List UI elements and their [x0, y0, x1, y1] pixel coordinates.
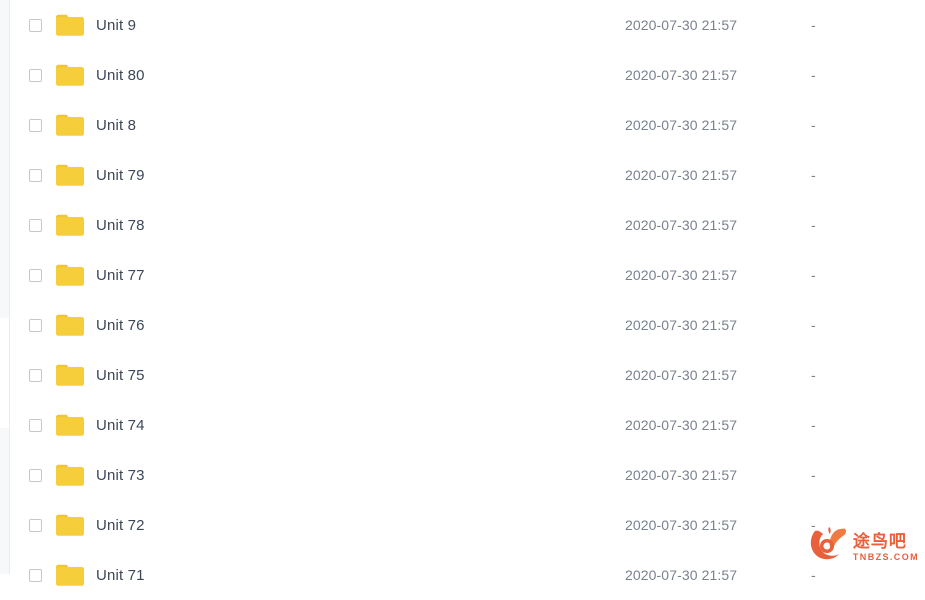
row-select-checkbox[interactable]: [27, 217, 43, 233]
row-select-checkbox[interactable]: [27, 267, 43, 283]
folder-icon: [56, 112, 86, 138]
folder-icon: [56, 562, 86, 588]
table-row[interactable]: Unit 72 2020-07-30 21:57 -: [10, 500, 925, 550]
file-size-label: -: [811, 517, 816, 533]
file-modified-date: 2020-07-30 21:57: [625, 317, 738, 333]
row-select-checkbox[interactable]: [27, 417, 43, 433]
table-row[interactable]: Unit 77 2020-07-30 21:57 -: [10, 250, 925, 300]
folder-icon: [56, 212, 86, 238]
file-size-label: -: [811, 467, 816, 483]
checkbox-box[interactable]: [28, 218, 42, 232]
folder-icon: [56, 462, 86, 488]
checkbox-box[interactable]: [28, 318, 42, 332]
file-size-label: -: [811, 567, 816, 583]
file-name-label[interactable]: Unit 71: [96, 567, 145, 584]
folder-icon: [56, 62, 86, 88]
row-select-checkbox[interactable]: [27, 67, 43, 83]
file-size-label: -: [811, 117, 816, 133]
file-name-label[interactable]: Unit 80: [96, 67, 145, 84]
file-list: Unit 9 2020-07-30 21:57 - Unit 80 2020-07-30…: [10, 0, 925, 586]
file-size-label: -: [811, 267, 816, 283]
file-name-label[interactable]: Unit 77: [96, 267, 145, 284]
file-name-label[interactable]: Unit 72: [96, 517, 145, 534]
table-row[interactable]: Unit 8 2020-07-30 21:57 -: [10, 100, 925, 150]
table-row[interactable]: Unit 74 2020-07-30 21:57 -: [10, 400, 925, 450]
table-row[interactable]: Unit 79 2020-07-30 21:57 -: [10, 150, 925, 200]
table-row[interactable]: Unit 71 2020-07-30 21:57 -: [10, 550, 925, 600]
file-size-label: -: [811, 367, 816, 383]
folder-icon: [56, 12, 86, 38]
file-name-label[interactable]: Unit 78: [96, 217, 145, 234]
row-select-checkbox[interactable]: [27, 17, 43, 33]
file-modified-date: 2020-07-30 21:57: [625, 17, 738, 33]
folder-icon: [56, 162, 86, 188]
file-modified-date: 2020-07-30 21:57: [625, 467, 738, 483]
folder-icon: [56, 312, 86, 338]
file-modified-date: 2020-07-30 21:57: [625, 367, 738, 383]
file-modified-date: 2020-07-30 21:57: [625, 67, 738, 83]
row-select-checkbox[interactable]: [27, 517, 43, 533]
left-gutter-strip: [0, 0, 9, 574]
checkbox-box[interactable]: [28, 568, 42, 582]
file-modified-date: 2020-07-30 21:57: [625, 267, 738, 283]
file-name-label[interactable]: Unit 9: [96, 17, 136, 34]
checkbox-box[interactable]: [28, 168, 42, 182]
file-size-label: -: [811, 167, 816, 183]
folder-icon: [56, 412, 86, 438]
checkbox-box[interactable]: [28, 418, 42, 432]
folder-icon: [56, 362, 86, 388]
checkbox-box[interactable]: [28, 18, 42, 32]
checkbox-box[interactable]: [28, 118, 42, 132]
file-name-label[interactable]: Unit 79: [96, 167, 145, 184]
file-modified-date: 2020-07-30 21:57: [625, 417, 738, 433]
gutter-scroll-highlight: [0, 318, 9, 428]
folder-icon: [56, 262, 86, 288]
file-name-label[interactable]: Unit 8: [96, 117, 136, 134]
row-select-checkbox[interactable]: [27, 367, 43, 383]
row-select-checkbox[interactable]: [27, 317, 43, 333]
row-select-checkbox[interactable]: [27, 467, 43, 483]
row-select-checkbox[interactable]: [27, 167, 43, 183]
checkbox-box[interactable]: [28, 68, 42, 82]
table-row[interactable]: Unit 9 2020-07-30 21:57 -: [10, 0, 925, 50]
file-modified-date: 2020-07-30 21:57: [625, 517, 738, 533]
table-row[interactable]: Unit 80 2020-07-30 21:57 -: [10, 50, 925, 100]
file-modified-date: 2020-07-30 21:57: [625, 167, 738, 183]
table-row[interactable]: Unit 76 2020-07-30 21:57 -: [10, 300, 925, 350]
checkbox-box[interactable]: [28, 268, 42, 282]
table-row[interactable]: Unit 78 2020-07-30 21:57 -: [10, 200, 925, 250]
file-modified-date: 2020-07-30 21:57: [625, 567, 738, 583]
file-size-label: -: [811, 67, 816, 83]
file-modified-date: 2020-07-30 21:57: [625, 117, 738, 133]
file-name-label[interactable]: Unit 74: [96, 417, 145, 434]
file-name-label[interactable]: Unit 76: [96, 317, 145, 334]
file-name-label[interactable]: Unit 75: [96, 367, 145, 384]
file-size-label: -: [811, 417, 816, 433]
row-select-checkbox[interactable]: [27, 567, 43, 583]
file-size-label: -: [811, 317, 816, 333]
checkbox-box[interactable]: [28, 468, 42, 482]
row-select-checkbox[interactable]: [27, 117, 43, 133]
folder-icon: [56, 512, 86, 538]
checkbox-box[interactable]: [28, 518, 42, 532]
file-size-label: -: [811, 17, 816, 33]
checkbox-box[interactable]: [28, 368, 42, 382]
table-row[interactable]: Unit 75 2020-07-30 21:57 -: [10, 350, 925, 400]
file-modified-date: 2020-07-30 21:57: [625, 217, 738, 233]
file-name-label[interactable]: Unit 73: [96, 467, 145, 484]
file-size-label: -: [811, 217, 816, 233]
table-row[interactable]: Unit 73 2020-07-30 21:57 -: [10, 450, 925, 500]
